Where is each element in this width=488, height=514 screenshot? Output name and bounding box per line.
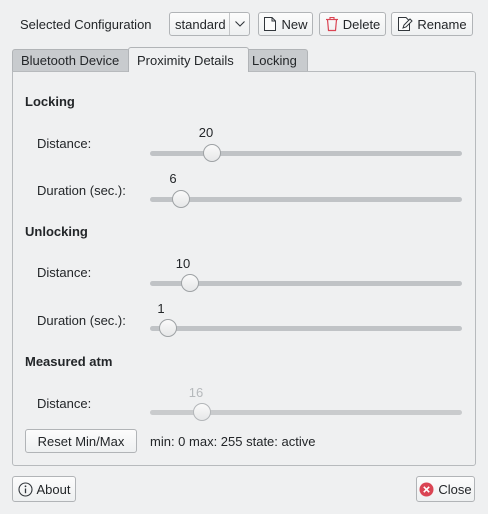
chevron-down-icon: [229, 13, 249, 35]
slider-groove: [150, 197, 462, 202]
unlocking-distance-slider[interactable]: [150, 273, 462, 293]
delete-button-label: Delete: [342, 16, 381, 32]
rename-button-label: Rename: [417, 16, 467, 32]
slider-handle[interactable]: [158, 319, 177, 337]
slider-groove: [150, 151, 462, 156]
tab-locking-label: Locking: [252, 53, 297, 68]
locking-distance-slider[interactable]: [150, 143, 462, 163]
slider-groove: [150, 326, 462, 331]
slider-handle[interactable]: [180, 274, 199, 292]
unlocking-distance-label: Distance:: [37, 265, 92, 280]
measured-section-title: Measured atm: [25, 354, 113, 369]
locking-duration-slider[interactable]: [150, 189, 462, 209]
slider-handle[interactable]: [202, 144, 221, 162]
locking-distance-label: Distance:: [37, 136, 92, 151]
locking-duration-label: Duration (sec.):: [37, 183, 126, 198]
close-button[interactable]: Close: [416, 476, 475, 502]
rename-button[interactable]: Rename: [391, 12, 473, 36]
new-button-label: New: [281, 16, 308, 32]
rename-icon: [397, 16, 414, 32]
locking-section-title: Locking: [25, 94, 75, 109]
close-button-label: Close: [438, 481, 472, 497]
tab-proximity-details[interactable]: Proximity Details: [128, 47, 249, 72]
locking-distance-value: 20: [198, 125, 214, 140]
unlocking-duration-label: Duration (sec.):: [37, 313, 126, 328]
locking-duration-value: 6: [169, 171, 177, 186]
unlocking-distance-value: 10: [175, 256, 191, 271]
tab-bluetooth-device-label: Bluetooth Device: [21, 53, 120, 68]
unlocking-duration-value: 1: [157, 301, 165, 316]
new-document-icon: [263, 16, 277, 32]
configuration-combobox-value: standard: [175, 16, 226, 32]
slider-handle: [193, 403, 212, 421]
about-button[interactable]: About: [12, 476, 76, 502]
info-icon: [17, 481, 33, 497]
reset-min-max-label: Reset Min/Max: [37, 433, 125, 449]
measured-status-text: min: 0 max: 255 state: active: [150, 434, 316, 449]
selected-configuration-label: Selected Configuration: [20, 17, 152, 32]
tab-proximity-details-label: Proximity Details: [137, 52, 234, 68]
delete-button[interactable]: Delete: [319, 12, 386, 36]
new-button[interactable]: New: [258, 12, 313, 36]
measured-distance-slider: [150, 402, 462, 422]
tab-locking[interactable]: Locking: [246, 49, 308, 71]
reset-min-max-button[interactable]: Reset Min/Max: [25, 429, 137, 453]
measured-distance-label: Distance:: [37, 396, 92, 411]
tab-bluetooth-device[interactable]: Bluetooth Device: [12, 49, 130, 71]
about-button-label: About: [36, 481, 71, 497]
unlocking-section-title: Unlocking: [25, 224, 88, 239]
trash-icon: [325, 16, 339, 32]
close-icon: [419, 482, 434, 497]
unlocking-duration-slider[interactable]: [150, 318, 462, 338]
configuration-combobox[interactable]: standard: [169, 12, 250, 36]
measured-distance-value: 16: [188, 385, 204, 400]
slider-handle[interactable]: [172, 190, 191, 208]
